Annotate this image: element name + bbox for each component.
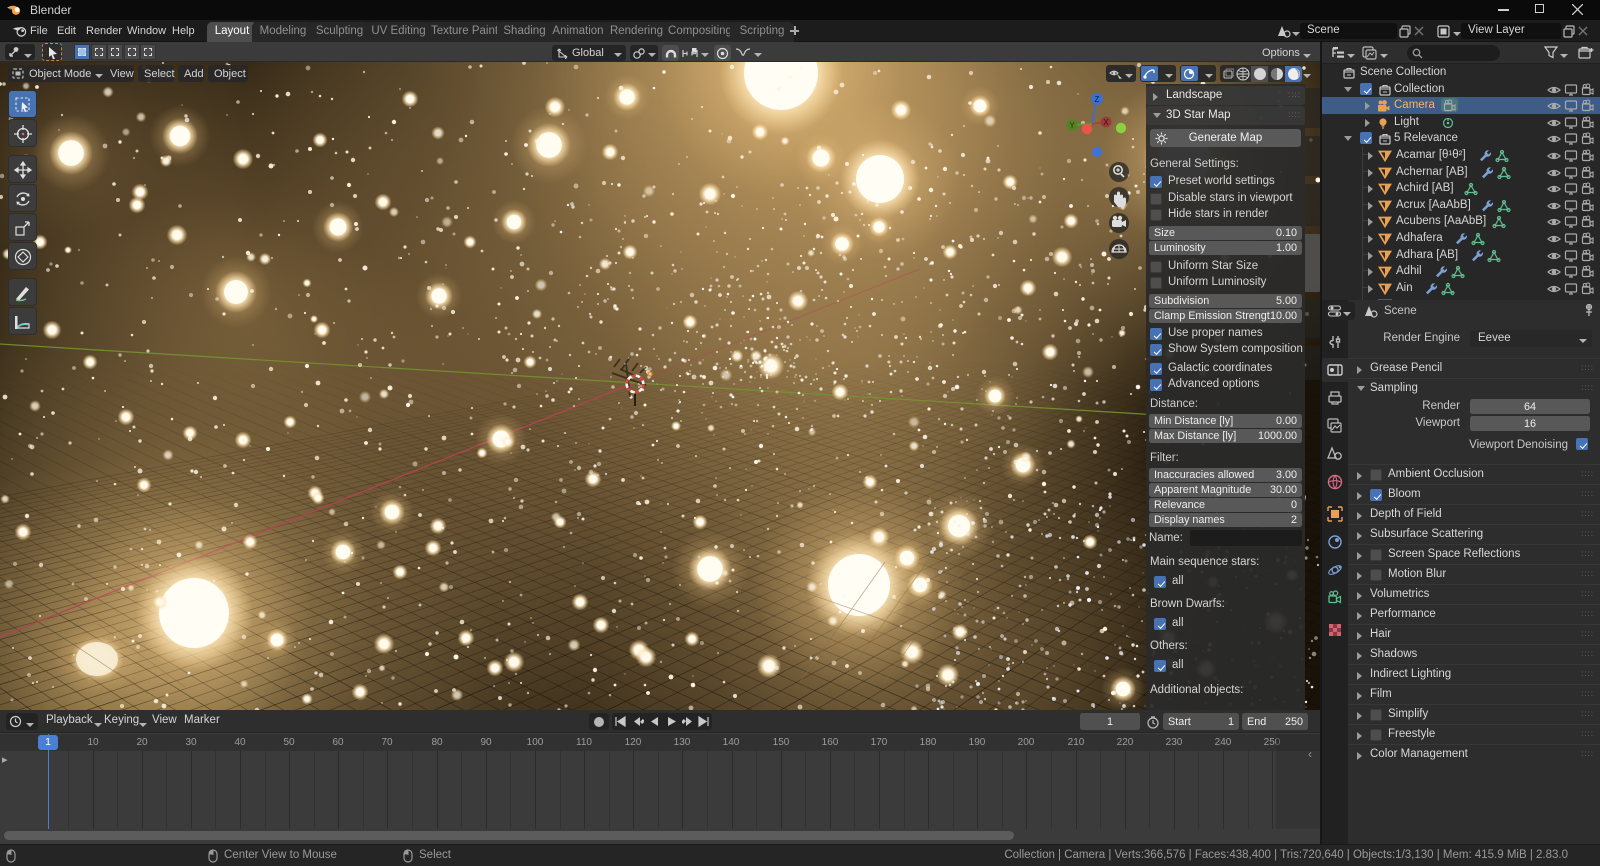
- svg-text:Z: Z: [1095, 95, 1100, 104]
- svg-text:X: X: [1103, 118, 1109, 127]
- svg-text:Y: Y: [1069, 121, 1075, 130]
